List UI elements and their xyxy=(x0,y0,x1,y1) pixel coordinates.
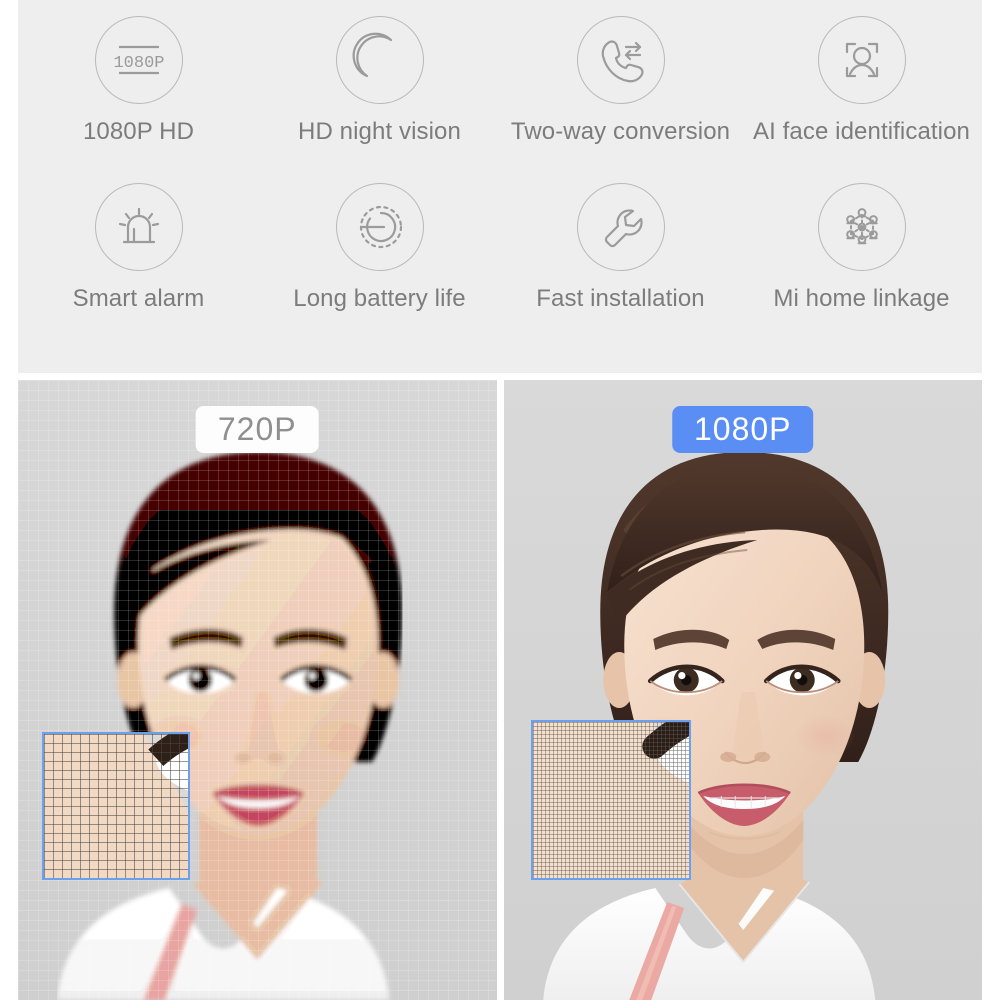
product-feature-page: 1080P 1080P HD HD night vision Two-way c… xyxy=(0,0,1000,1000)
feature-label: Mi home linkage xyxy=(773,285,950,312)
network-nodes-icon xyxy=(817,183,906,271)
portrait-image-1080p xyxy=(503,380,982,1000)
feature-item-ai-face-identification[interactable]: AI face identification xyxy=(741,16,982,183)
portrait-image-720p xyxy=(18,380,497,1000)
feature-item-1080p-hd[interactable]: 1080P 1080P HD xyxy=(18,16,259,183)
feature-label: 1080P HD xyxy=(82,118,195,145)
feature-grid: 1080P 1080P HD HD night vision Two-way c… xyxy=(18,0,982,373)
comparison-panel-1080p[interactable]: 1080P xyxy=(503,380,982,1000)
face-focus-icon xyxy=(817,16,906,104)
resolution-badge-720p[interactable]: 720P xyxy=(195,406,319,453)
feature-label: Two-way conversion xyxy=(510,118,731,145)
battery-timer-icon xyxy=(335,183,424,271)
feature-label: Smart alarm xyxy=(72,285,205,312)
alarm-siren-icon xyxy=(94,183,183,271)
feature-label: Long battery life xyxy=(293,285,466,312)
feature-row: 1080P 1080P HD HD night vision Two-way c… xyxy=(18,16,982,183)
feature-item-mi-home-linkage[interactable]: Mi home linkage xyxy=(741,183,982,350)
feature-label: AI face identification xyxy=(753,118,970,145)
detail-loupe-1080p xyxy=(530,720,691,880)
resolution-badge-1080p[interactable]: 1080P xyxy=(671,406,814,453)
feature-item-fast-installation[interactable]: Fast installation xyxy=(500,183,741,350)
feature-label: Fast installation xyxy=(536,285,705,312)
crescent-moon-icon xyxy=(335,16,424,104)
comparison-panel-720p[interactable]: 720P xyxy=(18,380,497,1000)
detail-loupe-720p xyxy=(42,732,190,880)
phone-exchange-icon xyxy=(576,16,665,104)
feature-row: Smart alarm Long battery life Fast insta… xyxy=(18,183,982,350)
resolution-comparison: 720P 1080P xyxy=(18,380,982,1000)
wrench-icon xyxy=(576,183,665,271)
feature-label: HD night vision xyxy=(298,118,461,145)
loupe-zoom-content xyxy=(532,722,689,878)
feature-item-long-battery-life[interactable]: Long battery life xyxy=(259,183,500,350)
feature-item-smart-alarm[interactable]: Smart alarm xyxy=(18,183,259,350)
icon-badge-text: 1080P xyxy=(113,54,164,73)
resolution-1080p-icon: 1080P xyxy=(94,16,183,104)
loupe-zoom-content xyxy=(44,734,188,878)
feature-item-two-way-conversion[interactable]: Two-way conversion xyxy=(500,16,741,183)
feature-item-hd-night-vision[interactable]: HD night vision xyxy=(259,16,500,183)
